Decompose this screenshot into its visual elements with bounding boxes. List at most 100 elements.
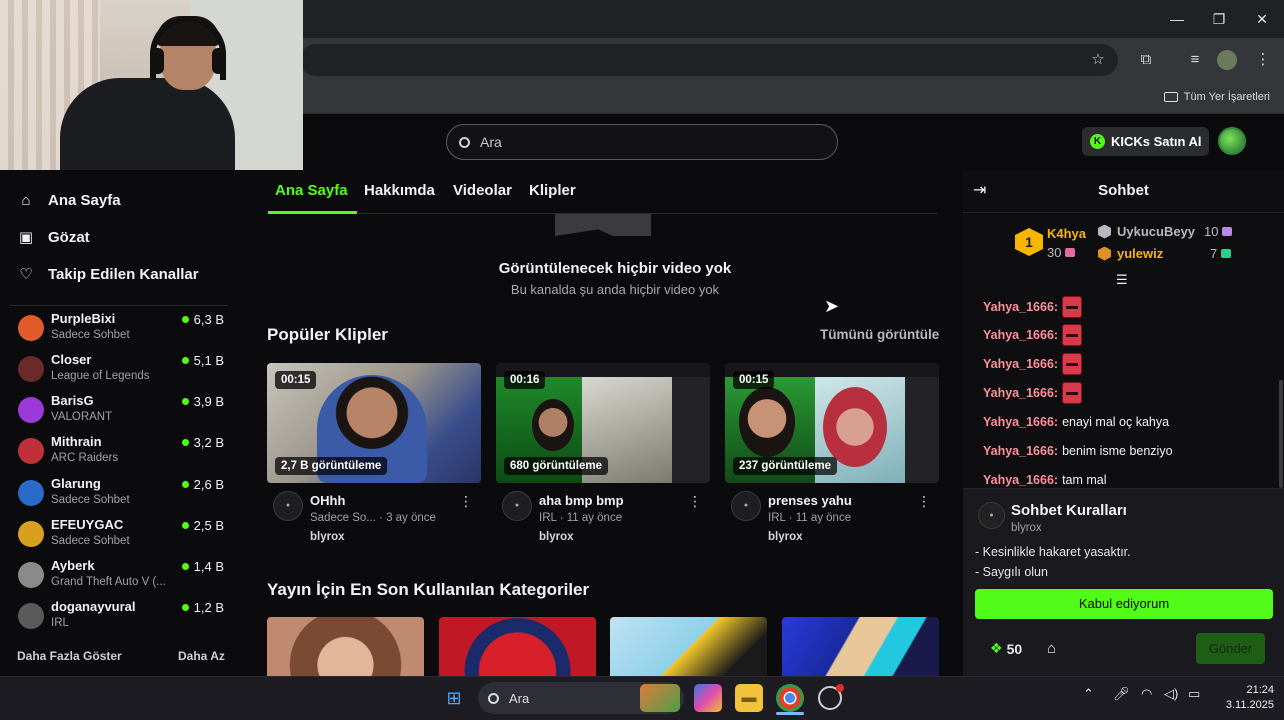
clip-card[interactable]: 00:16 680 görüntüleme ● aha bmp bmp IRL … xyxy=(496,363,710,547)
more-options-icon[interactable]: ⋮ xyxy=(459,493,473,510)
sidebar-channel[interactable]: BarisG VALORANT 3,9 B xyxy=(18,393,228,431)
file-explorer-icon[interactable]: ▬ xyxy=(735,684,763,712)
wifi-icon[interactable]: ◠ xyxy=(1141,686,1152,702)
clip-frame-panel xyxy=(672,377,710,483)
maximize-icon[interactable]: ❐ xyxy=(1205,8,1233,30)
send-button[interactable]: Gönder xyxy=(1196,633,1265,664)
clip-person xyxy=(532,399,574,451)
chrome-icon[interactable] xyxy=(776,684,804,712)
chat-message: Yahya_1666: xyxy=(983,380,1083,406)
rules-owner-avatar: ● xyxy=(978,502,1005,529)
leaderboard-first-name[interactable]: K4hya xyxy=(1047,226,1086,241)
webcam-overlay xyxy=(0,0,303,170)
volume-icon[interactable]: ◁) xyxy=(1164,686,1178,702)
category-tile[interactable] xyxy=(610,617,767,677)
chat-scrollbar[interactable] xyxy=(1279,380,1283,488)
category-tile[interactable] xyxy=(439,617,596,677)
search-highlight-icon xyxy=(640,684,680,712)
clip-person xyxy=(823,387,887,467)
battery-icon[interactable]: ▭ xyxy=(1188,686,1200,702)
clip-card[interactable]: 00:15 2,7 B görüntüleme ● OHhh Sadece So… xyxy=(267,363,481,547)
nav-home[interactable]: ⌂ Ana Sayfa xyxy=(18,187,120,213)
see-all-link[interactable]: Tümünü görüntüle xyxy=(820,327,939,342)
browser-menu-icon[interactable]: ⋮ xyxy=(1251,48,1275,72)
chat-message: Yahya_1666: xyxy=(983,322,1083,348)
sidebar-divider xyxy=(10,305,228,306)
headset-ear-left xyxy=(150,48,164,74)
address-bar[interactable] xyxy=(300,44,1118,76)
tab-videos[interactable]: Videolar xyxy=(453,182,512,199)
category-tile[interactable] xyxy=(267,617,424,677)
expand-leaderboard-icon[interactable]: ☰ xyxy=(1116,272,1128,288)
sidebar-channel[interactable]: PurpleBixi Sadece Sohbet 6,3 B xyxy=(18,311,228,349)
clip-meta: IRL · 11 ay önce xyxy=(768,512,852,524)
sidebar-channel[interactable]: Mithrain ARC Raiders 3,2 B xyxy=(18,434,228,472)
store-icon[interactable]: ⌂ xyxy=(1047,640,1056,657)
live-dot-icon xyxy=(181,522,189,529)
accept-rules-button[interactable]: Kabul ediyorum xyxy=(975,589,1273,619)
sidebar-channel[interactable]: EFEUYGAC Sadece Sohbet 2,5 B xyxy=(18,517,228,555)
category-tile[interactable] xyxy=(782,617,939,677)
live-dot-icon xyxy=(181,604,189,611)
clip-card[interactable]: 00:15 237 görüntüleme ● prenses yahu IRL… xyxy=(725,363,939,547)
copilot-icon[interactable] xyxy=(694,684,722,712)
channel-avatar xyxy=(18,315,44,341)
heart-icon: ♡ xyxy=(19,266,33,283)
leaderboard-second[interactable]: UykucuBeyy xyxy=(1098,224,1195,239)
gift-icon xyxy=(1222,227,1233,236)
more-options-icon[interactable]: ⋮ xyxy=(688,493,702,510)
clip-meta: IRL · 11 ay önce xyxy=(539,512,623,524)
profile-avatar[interactable] xyxy=(1217,50,1237,70)
more-options-icon[interactable]: ⋮ xyxy=(917,493,931,510)
clip-title[interactable]: prenses yahu xyxy=(768,493,852,508)
close-icon[interactable]: ✕ xyxy=(1248,8,1276,30)
media-control-icon[interactable]: ≡ xyxy=(1183,48,1207,72)
show-more-link[interactable]: Daha Fazla Göster xyxy=(17,649,122,663)
clip-author[interactable]: blyrox xyxy=(310,531,345,543)
search-input[interactable]: Ara xyxy=(446,124,838,160)
tab-about[interactable]: Hakkımda xyxy=(364,182,435,199)
tab-clips[interactable]: Klipler xyxy=(529,182,576,199)
clip-duration: 00:16 xyxy=(504,371,546,389)
nav-browse[interactable]: ▣ Gözat xyxy=(18,224,90,250)
rule-line: - Saygılı olun xyxy=(975,565,1048,579)
clip-author-avatar[interactable]: ● xyxy=(731,491,761,521)
nav-following[interactable]: ♡ Takip Edilen Kanallar xyxy=(18,261,198,287)
channel-avatar xyxy=(18,521,44,547)
extensions-icon[interactable]: ⧉ xyxy=(1134,48,1158,72)
leaderboard-third[interactable]: yulewiz xyxy=(1098,246,1163,261)
channel-avatar xyxy=(18,397,44,423)
clip-person xyxy=(739,387,795,457)
search-icon xyxy=(488,692,499,704)
clip-author-avatar[interactable]: ● xyxy=(502,491,532,521)
windows-start-icon[interactable]: ⊞ xyxy=(440,684,468,712)
minimize-icon[interactable]: — xyxy=(1163,8,1191,30)
webcam-person-body xyxy=(60,78,235,170)
chevron-up-icon[interactable]: ⌃ xyxy=(1083,686,1094,702)
angry-emote-icon xyxy=(1062,382,1083,404)
buy-kicks-button[interactable]: K KICKs Satın Al xyxy=(1082,127,1209,156)
clip-title[interactable]: aha bmp bmp xyxy=(539,493,624,508)
clip-author[interactable]: blyrox xyxy=(539,531,574,543)
chat-message: Yahya_1666: benim isme benziyo xyxy=(983,444,1173,458)
clip-title[interactable]: OHhh xyxy=(310,493,345,508)
microphone-icon[interactable]: 🎤︎ xyxy=(1113,686,1130,702)
clip-author-avatar[interactable]: ● xyxy=(273,491,303,521)
channel-avatar xyxy=(18,438,44,464)
bookmark-star-icon[interactable]: ☆ xyxy=(1086,48,1110,72)
chat-header-divider xyxy=(963,212,1284,213)
user-avatar[interactable] xyxy=(1218,127,1246,155)
all-bookmarks-button[interactable]: Tüm Yer İşaretleri xyxy=(1163,86,1270,108)
channel-points[interactable]: ❖ 50 xyxy=(990,640,1022,657)
sidebar-channel[interactable]: doganayvural IRL 1,2 B xyxy=(18,599,228,637)
taskbar-clock[interactable]: 21:24 3.11.2025 xyxy=(1210,683,1274,713)
clip-author[interactable]: blyrox xyxy=(768,531,803,543)
tab-home[interactable]: Ana Sayfa xyxy=(275,182,348,199)
channel-avatar xyxy=(18,562,44,588)
show-less-link[interactable]: Daha Az xyxy=(178,649,225,663)
sidebar-channel[interactable]: Closer League of Legends 5,1 B xyxy=(18,352,228,390)
kicks-coin-icon: K xyxy=(1090,134,1105,149)
sidebar-channel[interactable]: Glarung Sadece Sohbet 2,6 B xyxy=(18,476,228,514)
sidebar-channel[interactable]: Ayberk Grand Theft Auto V (... 1,4 B xyxy=(18,558,228,596)
rule-line: - Kesinlikle hakaret yasaktır. xyxy=(975,545,1131,559)
